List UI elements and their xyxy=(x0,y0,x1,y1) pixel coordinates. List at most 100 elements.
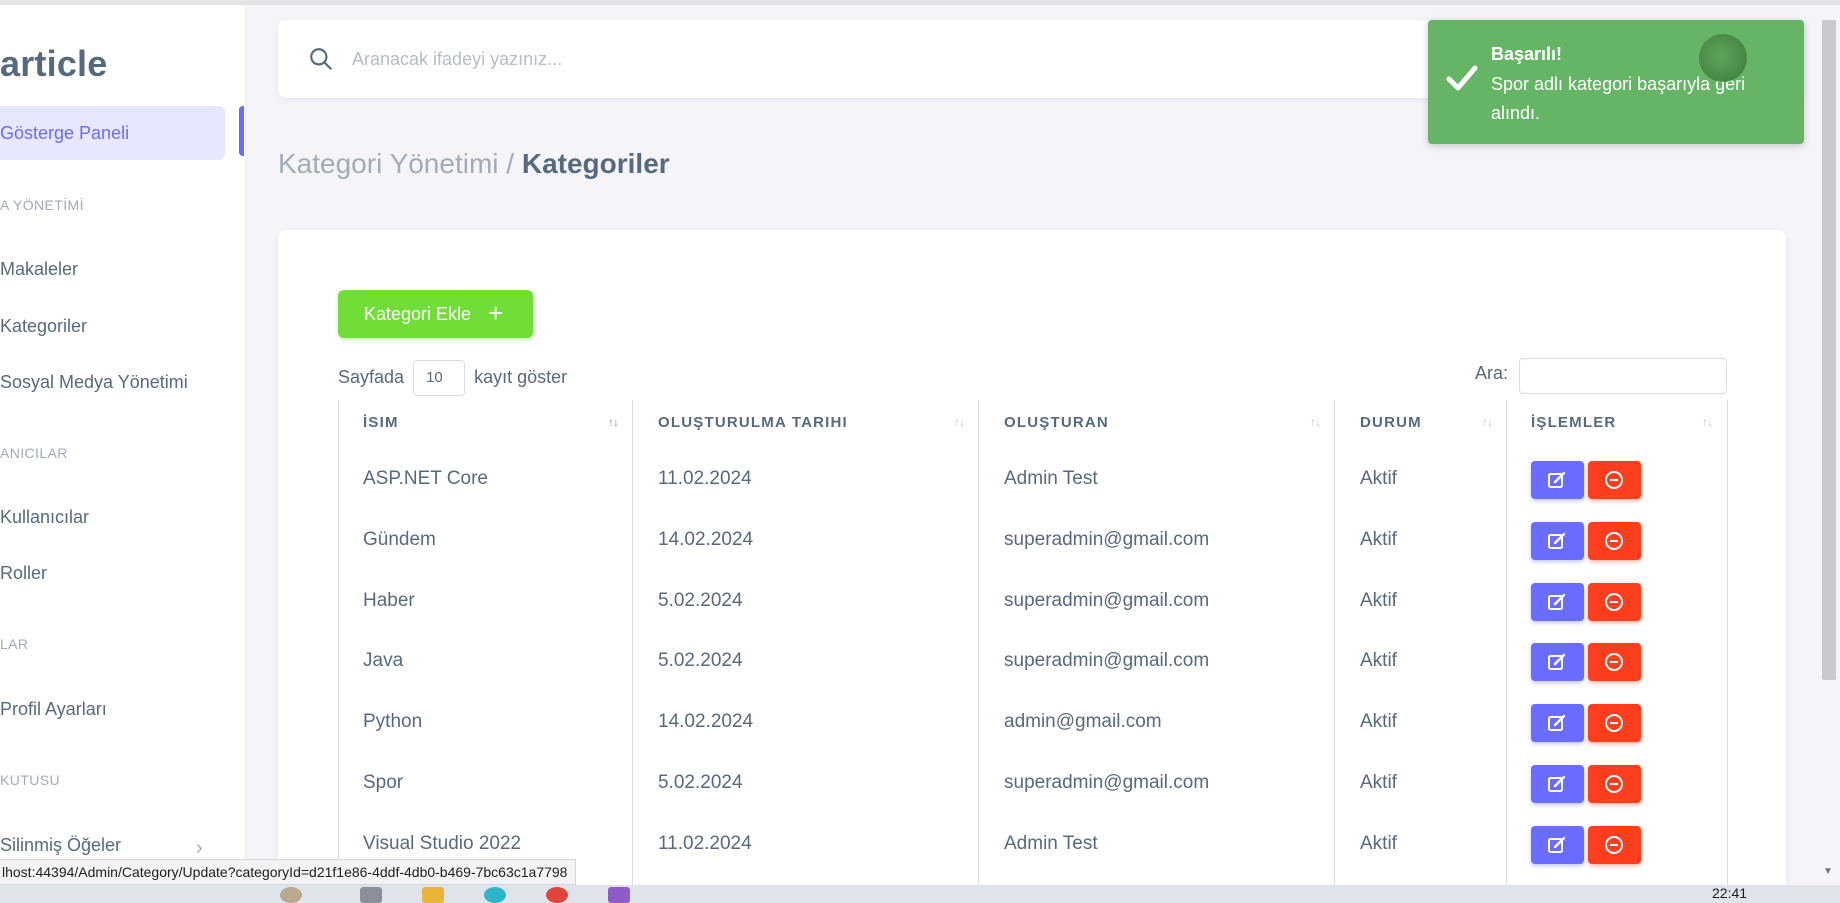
cell-creator: Admin Test xyxy=(1004,833,1098,854)
taskbar-app-icon[interactable] xyxy=(360,887,382,903)
minus-circle-icon xyxy=(1605,471,1623,489)
sidebar-header-management: A YÖNETİMİ xyxy=(0,197,84,213)
table-row: Spor 5.02.2024 superadmin@gmail.com Akti… xyxy=(278,753,1786,813)
cell-name: ASP.NET Core xyxy=(363,468,488,489)
sidebar-item-profile-settings[interactable]: Profil Ayarları xyxy=(0,699,107,720)
edit-button[interactable] xyxy=(1531,826,1584,864)
sidebar-header-settings: LAR xyxy=(0,636,29,652)
sidebar-item-users[interactable]: Kullanıcılar xyxy=(0,507,89,528)
column-header-created-date[interactable]: OLUŞTURULMA TARIHI xyxy=(658,414,848,431)
sidebar-item-articles[interactable]: Makaleler xyxy=(0,259,78,280)
search-input[interactable] xyxy=(352,42,652,76)
cell-status: Aktif xyxy=(1360,529,1397,550)
sidebar-header-users: ANICILAR xyxy=(0,445,68,461)
cell-status: Aktif xyxy=(1360,833,1397,854)
edit-icon xyxy=(1548,593,1566,610)
toast-message: Spor adlı kategori başarıyla geri alındı… xyxy=(1491,74,1746,123)
table-row: Python 14.02.2024 admin@gmail.com Aktif xyxy=(278,692,1786,752)
add-category-label: Kategori Ekle xyxy=(364,303,472,324)
delete-button[interactable] xyxy=(1588,643,1641,681)
cell-name: Python xyxy=(363,711,423,732)
sort-icon[interactable]: ↑↓ xyxy=(1310,415,1321,429)
cell-date: 14.02.2024 xyxy=(658,711,754,732)
check-icon xyxy=(1446,65,1478,91)
plus-icon: + xyxy=(488,298,504,328)
edit-icon xyxy=(1548,836,1566,853)
edit-button[interactable] xyxy=(1531,522,1584,560)
delete-button[interactable] xyxy=(1588,765,1641,803)
cell-name: Spor xyxy=(363,772,404,793)
taskbar-app-icon[interactable] xyxy=(546,887,568,903)
top-strip xyxy=(0,0,1840,5)
edit-button[interactable] xyxy=(1531,643,1584,681)
sidebar-item-deleted-items[interactable]: Silinmiş Öğeler xyxy=(0,835,121,856)
page-length-select[interactable]: 10 xyxy=(413,360,466,396)
cell-date: 5.02.2024 xyxy=(658,772,743,793)
app-brand[interactable]: article xyxy=(0,43,107,85)
sort-icon[interactable]: ↑↓ xyxy=(1702,415,1713,429)
page-title: Kategoriler xyxy=(521,148,670,179)
column-header-name[interactable]: İSIM xyxy=(363,414,399,431)
sort-icon[interactable]: ↑↓ xyxy=(954,415,965,429)
sidebar-item-social-media[interactable]: Sosyal Medya Yönetimi xyxy=(0,372,188,393)
delete-button[interactable] xyxy=(1588,461,1641,499)
minus-circle-icon xyxy=(1605,532,1623,550)
table-row: ASP.NET Core 11.02.2024 Admin Test Aktif xyxy=(278,449,1786,509)
cell-creator: admin@gmail.com xyxy=(1004,711,1162,732)
link-status-url: lhost:44394/Admin/Category/Update?catego… xyxy=(0,859,577,885)
table-row: Gündem 14.02.2024 superadmin@gmail.com A… xyxy=(278,510,1786,570)
taskbar-app-icon[interactable] xyxy=(608,887,630,903)
table-row: Java 5.02.2024 superadmin@gmail.com Akti… xyxy=(278,631,1786,691)
scrollbar[interactable] xyxy=(1822,20,1836,680)
taskbar-clock[interactable]: 22:41 xyxy=(1712,885,1747,901)
column-header-actions[interactable]: İŞLEMLER xyxy=(1531,414,1616,431)
minus-circle-icon xyxy=(1605,836,1623,854)
minus-circle-icon xyxy=(1605,653,1623,671)
table-search-label: Ara: xyxy=(1475,363,1509,383)
edit-button[interactable] xyxy=(1531,583,1584,621)
sidebar-header-bin: KUTUSU xyxy=(0,772,60,788)
sidebar-item-dashboard[interactable]: Gösterge Paneli xyxy=(0,123,129,144)
table-row: Haber 5.02.2024 superadmin@gmail.com Akt… xyxy=(278,571,1786,631)
cell-creator: Admin Test xyxy=(1004,468,1098,489)
delete-button[interactable] xyxy=(1588,704,1641,742)
avatar[interactable] xyxy=(1699,34,1747,82)
edit-icon xyxy=(1548,775,1566,792)
delete-button[interactable] xyxy=(1588,583,1641,621)
taskbar-app-icon[interactable] xyxy=(422,887,444,903)
categories-card: Kategori Ekle + Sayfada 10 kayıt göster … xyxy=(278,230,1786,903)
cell-creator: superadmin@gmail.com xyxy=(1004,650,1210,671)
edit-button[interactable] xyxy=(1531,765,1584,803)
cell-creator: superadmin@gmail.com xyxy=(1004,590,1210,611)
taskbar-app-icon[interactable] xyxy=(484,887,506,903)
cell-date: 11.02.2024 xyxy=(658,468,752,489)
toast-title: Başarılı! xyxy=(1491,44,1563,64)
cell-date: 14.02.2024 xyxy=(658,529,754,550)
sidebar-item-categories[interactable]: Kategoriler xyxy=(0,316,87,337)
delete-button[interactable] xyxy=(1588,826,1641,864)
taskbar: 22:41 xyxy=(0,885,1840,903)
add-category-button[interactable]: Kategori Ekle + xyxy=(338,290,533,338)
cell-date: 5.02.2024 xyxy=(658,650,743,671)
column-header-creator[interactable]: OLUŞTURAN xyxy=(1004,414,1109,431)
sort-icon[interactable]: ↑↓ xyxy=(608,415,619,429)
chevron-right-icon[interactable]: › xyxy=(196,837,203,860)
edit-button[interactable] xyxy=(1531,704,1584,742)
column-header-status[interactable]: DURUM xyxy=(1360,414,1422,431)
search-icon xyxy=(310,48,332,70)
success-toast[interactable]: Başarılı! Spor adlı kategori başarıyla g… xyxy=(1428,20,1804,144)
sort-icon[interactable]: ↑↓ xyxy=(1482,415,1493,429)
cell-creator: superadmin@gmail.com xyxy=(1004,529,1210,550)
taskbar-app-icon[interactable] xyxy=(280,887,302,903)
cell-status: Aktif xyxy=(1360,772,1397,793)
cell-status: Aktif xyxy=(1360,711,1397,732)
cell-status: Aktif xyxy=(1360,468,1397,489)
table-search-input[interactable] xyxy=(1519,358,1727,394)
scroll-down-arrow-icon[interactable]: ▼ xyxy=(1823,866,1833,877)
sidebar-item-roles[interactable]: Roller xyxy=(0,563,47,584)
breadcrumb-parent[interactable]: Kategori Yönetimi / xyxy=(278,148,522,179)
edit-button[interactable] xyxy=(1531,461,1584,499)
page-length-control: Sayfada 10 kayıt göster xyxy=(338,360,567,396)
cell-date: 5.02.2024 xyxy=(658,590,743,611)
delete-button[interactable] xyxy=(1588,522,1641,560)
